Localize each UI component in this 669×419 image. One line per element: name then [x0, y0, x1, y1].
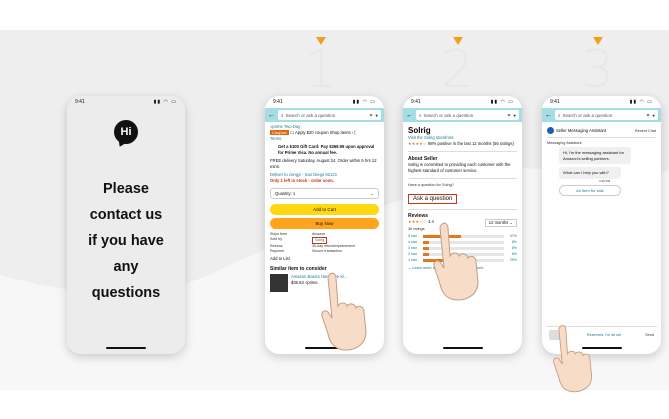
search-icon: ⌕ [419, 112, 422, 118]
review-row-fill [423, 252, 430, 256]
step-3-number: 3 [581, 40, 615, 100]
about-text: Solrig is committed to providing each cu… [408, 162, 511, 173]
search-input[interactable]: ⌕ Search or ask a question ⌗ ● [278, 110, 381, 120]
search-bar: ← ⌕ Search or ask a question ⌗ ● [542, 108, 661, 122]
status-time: 9:41 [411, 99, 421, 105]
back-arrow-icon[interactable]: ← [545, 112, 552, 119]
gift-card-offer: Get a $100 Gift Card: Pay $369.99 upon a… [278, 144, 375, 155]
spec-row: Payment Secure transaction [270, 249, 342, 253]
search-input[interactable]: ⌕ Search or ask a question ⌗ ● [555, 110, 658, 120]
message-line: Please [103, 181, 149, 197]
hi-logo-icon: Hi [114, 120, 138, 144]
search-placeholder: Search or ask a question [423, 112, 474, 118]
mic-icon[interactable]: ● [375, 113, 378, 118]
pointing-hand-icon [321, 272, 367, 351]
coupon-terms-link[interactable]: Terms [270, 136, 379, 142]
scan-icon[interactable]: ⌗ [370, 113, 373, 118]
rating-stars: ★★★★☆ [408, 141, 427, 146]
pointing-hand-icon [553, 325, 593, 393]
step-1-number: 1 [304, 40, 338, 100]
mic-icon[interactable]: ● [513, 113, 516, 118]
stock-status: Only 1 left in stock - order soon. [270, 178, 334, 183]
seller-name: Solrig [408, 126, 431, 135]
similar-item-image [270, 274, 288, 292]
message-time: 3:26 PM [599, 178, 611, 183]
delivery-info: FREE delivery Saturday, August 24. Order… [270, 158, 377, 169]
assistant-label: Messaging Assistant [547, 141, 582, 145]
status-bar: 9:41 ▮▮ ◠ ▭ [403, 96, 522, 108]
search-placeholder: Search or ask a question [562, 112, 613, 118]
scan-icon[interactable]: ⌗ [508, 113, 511, 118]
coupon-badge: Coupon: [270, 130, 290, 135]
message-line: contact us [89, 207, 163, 223]
coupon-checkbox[interactable]: ☐ [290, 130, 294, 135]
status-icons: ▮▮ ◠ ▭ [153, 99, 177, 105]
home-indicator [442, 347, 483, 349]
chevron-down-icon: ⌄ [370, 190, 374, 196]
back-arrow-icon[interactable]: ← [268, 112, 275, 119]
step-2-number: 2 [441, 40, 475, 100]
question-prompt: Have a question for Solrig? [408, 183, 454, 187]
review-row-label: 1 star [408, 258, 417, 262]
sold-by-link[interactable]: Solrig [312, 237, 328, 244]
status-icons: ▮▮ ◠ ▭ [352, 99, 376, 105]
search-icon: ⌕ [558, 112, 561, 118]
coupon-text: Apply $20 coupon Shop items › | [295, 130, 356, 135]
home-indicator [106, 347, 146, 349]
scan-icon[interactable]: ⌗ [647, 113, 650, 118]
chat-header-title: Seller Messaging Assistant [556, 127, 607, 133]
back-arrow-icon[interactable]: ← [406, 112, 413, 119]
assistant-bubble: What can I help you with? [559, 167, 621, 179]
search-bar: ← ⌕ Search or ask a question ⌗ ● [265, 108, 384, 122]
chat-header: Seller Messaging Assistant Recent Chat [547, 124, 656, 138]
quantity-select[interactable]: Quantity: 1 ⌄ [270, 188, 379, 199]
buy-now-button[interactable]: Buy Now [270, 218, 379, 229]
status-bar: 9:41 ▮▮ ◠ ▭ [542, 96, 661, 108]
status-icons: ▮▮ ◠ ▭ [629, 99, 653, 105]
status-time: 9:41 [550, 99, 560, 105]
message-line: questions [91, 285, 161, 301]
add-to-cart-button[interactable]: Add to Cart [270, 204, 379, 215]
phone-contact-us: 9:41 ▮▮ ◠ ▭ Hi Please contact us if you … [67, 96, 185, 354]
phone-messaging: 9:41 ▮▮ ◠ ▭ ← ⌕ Search or ask a question… [542, 96, 661, 354]
mic-icon[interactable]: ● [652, 113, 655, 118]
review-row-fill [423, 246, 430, 250]
send-button[interactable]: Send [645, 333, 654, 337]
message-line: any [113, 259, 139, 275]
add-to-list-link[interactable]: Add to List [270, 256, 379, 262]
assistant-bubble: Hi, I'm the messaging assistant for Amaz… [559, 147, 631, 164]
search-bar: ← ⌕ Search or ask a question ⌗ ● [403, 108, 522, 122]
status-time: 9:41 [75, 99, 85, 105]
positive-rating: 98% positive in the last 12 months (56 r… [427, 141, 514, 146]
seller-rating-row: ★★★★☆ 98% positive in the last 12 months… [408, 141, 517, 147]
review-row-pct: 29% [509, 258, 517, 262]
quantity-value: Quantity: 1 [275, 190, 296, 196]
spec-table: Ships from Amazon Sold by Solrig Returns 30… [270, 232, 379, 254]
pointing-hand-icon [433, 222, 479, 301]
status-time: 9:41 [273, 99, 283, 105]
status-icons: ▮▮ ◠ ▭ [490, 99, 514, 105]
assistant-avatar-icon [547, 127, 554, 134]
contact-message: Please contact us if you have any questi… [67, 176, 185, 306]
ask-question-button[interactable]: Ask a question [408, 194, 458, 204]
status-bar: 9:41 ▮▮ ◠ ▭ [265, 96, 384, 108]
search-placeholder: Search or ask a question [285, 112, 336, 118]
spec-row: Sold by Solrig [270, 237, 379, 244]
review-row-fill [423, 240, 430, 244]
search-input[interactable]: ⌕ Search or ask a question ⌗ ● [416, 110, 519, 120]
status-bar: 9:41 ▮▮ ◠ ▭ [67, 96, 185, 108]
search-icon: ⌕ [281, 112, 284, 118]
item-for-sale-button[interactable]: An item for sale [559, 184, 621, 196]
recent-chat-link[interactable]: Recent Chat [635, 129, 656, 133]
message-line: if you have [88, 233, 164, 249]
